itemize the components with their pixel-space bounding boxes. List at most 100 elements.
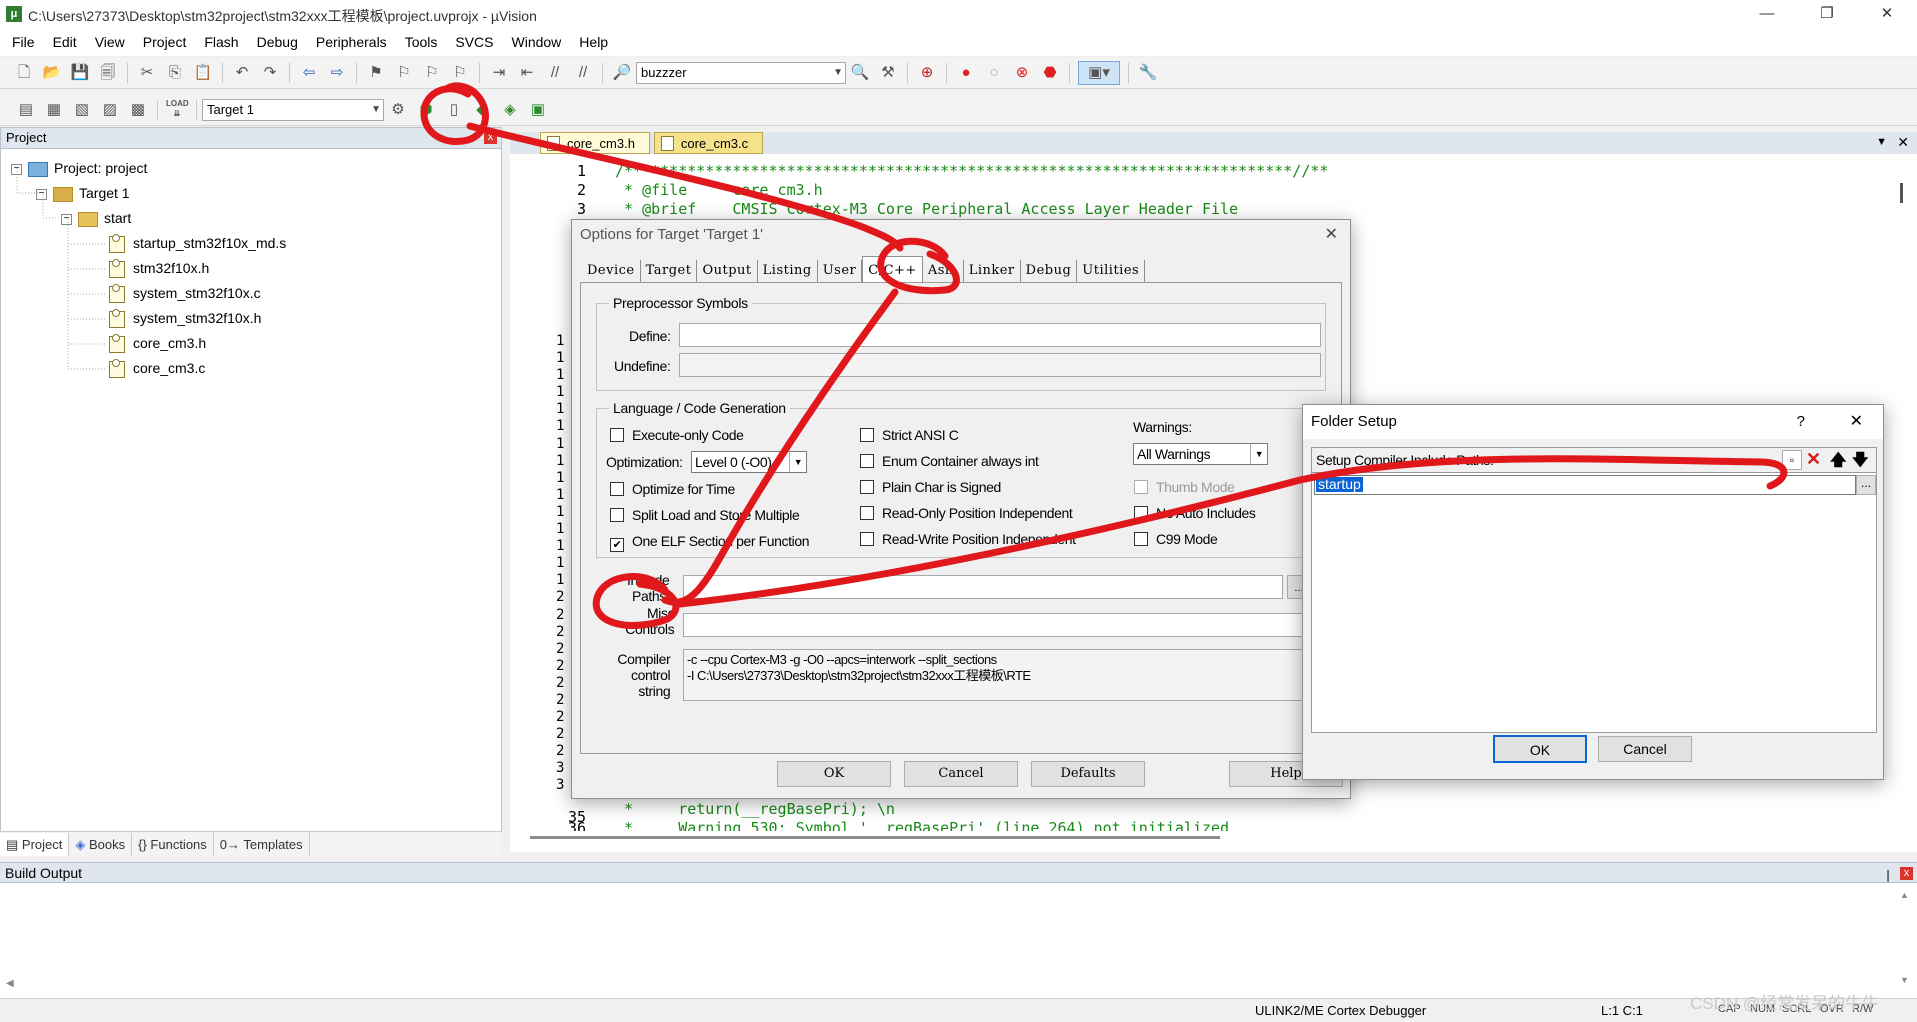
menu-window[interactable]: Window [503, 28, 571, 56]
close-button[interactable]: ✕ [1857, 0, 1917, 28]
delete-icon[interactable]: ✕ [1806, 449, 1821, 470]
bookmark-icon[interactable]: ⚑ [365, 62, 387, 84]
scroll-up-icon[interactable]: ▲ [1900, 890, 1909, 900]
execute-only-checkbox[interactable]: Execute-only Code [610, 427, 744, 443]
paste-icon[interactable]: 📋 [192, 62, 214, 84]
new-file-icon[interactable]: 🗋 [13, 62, 35, 84]
tab-listing[interactable]: Listing [758, 260, 818, 282]
cut-icon[interactable]: ✂ [136, 62, 158, 84]
tab-user[interactable]: User [818, 260, 863, 282]
enum-container-checkbox[interactable]: Enum Container always int [860, 453, 1039, 469]
move-down-icon[interactable]: 🡇 [1852, 449, 1868, 476]
undo-icon[interactable]: ↶ [231, 62, 253, 84]
cancel-button[interactable]: Cancel [904, 761, 1018, 787]
translate-icon[interactable]: ▤ [15, 99, 37, 121]
download-load-icon[interactable]: LOAD ⇊ [166, 99, 189, 121]
window-layout-icon[interactable]: ▣▾ [1078, 61, 1120, 85]
horizontal-scrollbar[interactable] [530, 836, 1220, 839]
optimization-select[interactable]: Level 0 (-O0) ▼ [691, 451, 807, 473]
close-icon[interactable]: x [1900, 867, 1913, 880]
ro-pi-checkbox[interactable]: Read-Only Position Independent [860, 505, 1073, 521]
tab-debug[interactable]: Debug [1021, 260, 1078, 282]
rw-pi-checkbox[interactable]: Read-Write Position Independent [860, 531, 1076, 547]
scroll-left-icon[interactable]: ◀ [6, 978, 14, 989]
misc-controls-input[interactable] [683, 613, 1333, 637]
help-icon[interactable]: ? [1797, 405, 1805, 439]
unindent-icon[interactable]: ⇤ [516, 62, 538, 84]
strict-ansi-checkbox[interactable]: Strict ANSI C [860, 427, 959, 443]
nav-forward-icon[interactable]: ⇨ [326, 62, 348, 84]
save-icon[interactable]: 💾 [69, 62, 91, 84]
tab-project[interactable]: ▤ Project [0, 832, 70, 856]
warnings-select[interactable]: All Warnings ▼ [1133, 443, 1268, 465]
menu-project[interactable]: Project [134, 28, 196, 56]
move-up-icon[interactable]: 🡅 [1830, 449, 1846, 476]
no-auto-includes-checkbox[interactable]: No Auto Includes [1134, 505, 1256, 521]
disable-breakpoint-icon[interactable]: ○ [983, 62, 1005, 84]
compiler-control-string[interactable]: -c --cpu Cortex-M3 -g -O0 --apcs=interwo… [683, 649, 1333, 701]
uncomment-icon[interactable]: // [572, 62, 594, 84]
copy-icon[interactable]: ⎘ [164, 62, 186, 84]
define-input[interactable] [679, 323, 1321, 347]
file-extensions-icon[interactable]: ▯ [443, 99, 465, 121]
indent-icon[interactable]: ⇥ [488, 62, 510, 84]
maximize-button[interactable]: ❐ [1797, 0, 1857, 28]
nav-back-icon[interactable]: ⇦ [298, 62, 320, 84]
menu-debug[interactable]: Debug [248, 28, 307, 56]
menu-file[interactable]: File [3, 28, 44, 56]
tab-core-cm3-c[interactable]: core_cm3.c [653, 132, 764, 154]
menu-view[interactable]: View [86, 28, 134, 56]
manage-rte-icon[interactable]: ◆ [471, 99, 493, 121]
configure-icon[interactable]: 🔧 [1137, 62, 1159, 84]
next-bookmark-icon[interactable]: ⚐ [421, 62, 443, 84]
save-all-icon[interactable]: 🗐 [97, 62, 119, 84]
scroll-down-icon[interactable]: ▼ [1900, 975, 1909, 985]
new-folder-icon[interactable]: ▫ [1782, 450, 1802, 470]
menu-flash[interactable]: Flash [195, 28, 247, 56]
tab-target[interactable]: Target [641, 260, 698, 282]
tab-functions[interactable]: {} Functions [132, 832, 214, 856]
open-folder-icon[interactable]: 📂 [41, 62, 63, 84]
menu-help[interactable]: Help [570, 28, 617, 56]
start-debug-icon[interactable]: ⊕ [916, 62, 938, 84]
stop-build-icon[interactable]: ▩ [127, 99, 149, 121]
kill-all-breakpoints-icon[interactable]: ⬣ [1039, 62, 1061, 84]
menu-svcs[interactable]: SVCS [446, 28, 502, 56]
browse-folder-button[interactable]: ... [1856, 475, 1876, 495]
find-icon[interactable]: 🔍 [849, 62, 871, 84]
plain-char-checkbox[interactable]: Plain Char is Signed [860, 479, 1001, 495]
tab-linker[interactable]: Linker [964, 260, 1021, 282]
rebuild-icon[interactable]: ▧ [71, 99, 93, 121]
batch-build-icon[interactable]: ▨ [99, 99, 121, 121]
optimize-time-checkbox[interactable]: Optimize for Time [610, 481, 735, 497]
minimize-button[interactable]: — [1737, 0, 1797, 28]
target-options-icon[interactable]: ⚙ [387, 99, 409, 121]
comment-icon[interactable]: // [544, 62, 566, 84]
c99-mode-checkbox[interactable]: C99 Mode [1134, 531, 1218, 547]
list-item-edit[interactable]: startup [1314, 475, 1856, 495]
split-load-checkbox[interactable]: Split Load and Store Multiple [610, 507, 800, 523]
redo-icon[interactable]: ↷ [259, 62, 281, 84]
tab-templates[interactable]: 0→ Templates [214, 832, 310, 856]
include-paths-input[interactable] [683, 575, 1283, 599]
tab-list-icon[interactable]: ▼ [1876, 136, 1887, 148]
clear-bookmarks-icon[interactable]: ⚐ [449, 62, 471, 84]
thumb-mode-checkbox[interactable]: Thumb Mode [1134, 479, 1235, 495]
close-icon[interactable]: ✕ [1850, 405, 1863, 439]
tab-cpp[interactable]: C/C++ [862, 255, 923, 283]
disable-all-breakpoints-icon[interactable]: ⊗ [1011, 62, 1033, 84]
tab-books[interactable]: ◈ Books [69, 832, 133, 856]
tab-utilities[interactable]: Utilities [1077, 260, 1146, 282]
cancel-button[interactable]: Cancel [1598, 736, 1692, 762]
tab-device[interactable]: Device [582, 260, 641, 282]
build-icon[interactable]: ▦ [43, 99, 65, 121]
ok-button[interactable]: OK [777, 761, 891, 787]
menu-edit[interactable]: Edit [44, 28, 86, 56]
tab-core-cm3-h[interactable]: core_cm3.h [540, 132, 650, 154]
ok-button[interactable]: OK [1493, 735, 1587, 763]
prev-bookmark-icon[interactable]: ⚐ [393, 62, 415, 84]
build-output-pane[interactable] [0, 883, 1917, 998]
pack-installer-icon[interactable]: ▣ [527, 99, 549, 121]
vertical-scrollbar[interactable] [1900, 183, 1903, 203]
tab-output[interactable]: Output [697, 260, 758, 282]
